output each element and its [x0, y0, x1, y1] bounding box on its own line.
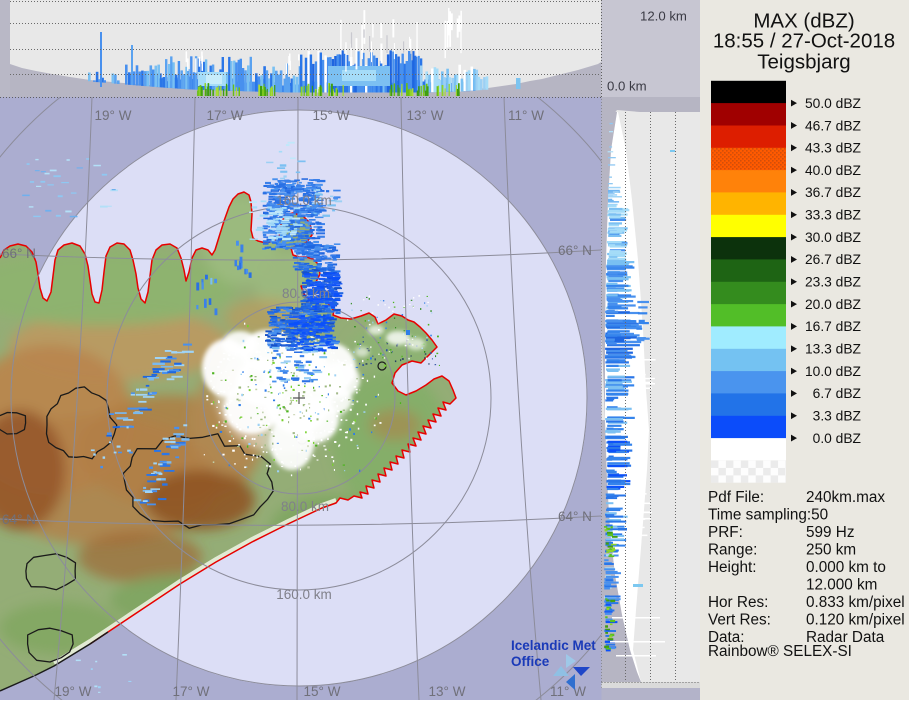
svg-text:33.3 dBZ: 33.3 dBZ [805, 208, 861, 223]
svg-text:17° W: 17° W [207, 108, 244, 123]
svg-text:599 Hz: 599 Hz [806, 524, 854, 541]
svg-text:Time sampling:50: Time sampling:50 [708, 507, 828, 524]
svg-text:PRF:: PRF: [708, 524, 743, 541]
svg-text:0.833 km/pixel: 0.833 km/pixel [806, 594, 905, 611]
svg-text:0.0 dBZ: 0.0 dBZ [813, 431, 861, 446]
svg-text:Rainbow® SELEX-SI: Rainbow® SELEX-SI [708, 643, 852, 660]
svg-text:11° W: 11° W [508, 108, 544, 123]
svg-text:46.7 dBZ: 46.7 dBZ [805, 118, 861, 133]
svg-text:19° W: 19° W [95, 108, 132, 123]
svg-text:16.7 dBZ: 16.7 dBZ [805, 319, 861, 334]
svg-text:13° W: 13° W [407, 108, 444, 123]
svg-text:160.0 km: 160.0 km [276, 587, 332, 602]
svg-text:10.0 dBZ: 10.0 dBZ [805, 364, 861, 379]
svg-text:36.7 dBZ: 36.7 dBZ [805, 185, 861, 200]
svg-text:20.0 dBZ: 20.0 dBZ [805, 297, 861, 312]
svg-text:66° N: 66° N [558, 243, 592, 258]
svg-text:Range:: Range: [708, 542, 757, 559]
svg-text:64° N: 64° N [558, 509, 592, 524]
svg-text:64° N: 64° N [2, 512, 36, 527]
svg-text:Vert Res:: Vert Res: [708, 612, 771, 629]
svg-text:40.0 dBZ: 40.0 dBZ [805, 163, 861, 178]
svg-text:0.000 km to: 0.000 km to [806, 559, 886, 576]
svg-text:Icelandic Met: Icelandic Met [511, 638, 596, 653]
svg-text:0.0 km: 0.0 km [607, 79, 647, 94]
svg-text:Height:: Height: [708, 559, 756, 576]
svg-text:160.0 km: 160.0 km [276, 193, 332, 208]
svg-text:13° W: 13° W [429, 684, 466, 699]
svg-text:80.0 km: 80.0 km [281, 499, 329, 514]
svg-text:80.0 km: 80.0 km [282, 286, 330, 301]
svg-text:15° W: 15° W [304, 684, 341, 699]
svg-text:Teigsbjarg: Teigsbjarg [757, 51, 850, 74]
svg-text:18:55 / 27-Oct-2018: 18:55 / 27-Oct-2018 [713, 30, 895, 53]
svg-text:15° W: 15° W [313, 108, 350, 123]
svg-text:66° N: 66° N [2, 246, 36, 261]
svg-text:6.7 dBZ: 6.7 dBZ [813, 386, 861, 401]
svg-text:12.000 km: 12.000 km [806, 577, 877, 594]
svg-text:11° W: 11° W [550, 684, 586, 699]
svg-text:Pdf File:: Pdf File: [708, 489, 764, 506]
svg-text:12.0 km: 12.0 km [640, 9, 687, 24]
svg-text:50.0 dBZ: 50.0 dBZ [805, 96, 861, 111]
svg-text:Office: Office [511, 654, 550, 669]
svg-text:43.3 dBZ: 43.3 dBZ [805, 141, 861, 156]
svg-text:26.7 dBZ: 26.7 dBZ [805, 252, 861, 267]
svg-text:240km.max: 240km.max [806, 489, 885, 506]
svg-text:17° W: 17° W [173, 684, 210, 699]
svg-text:0.120 km/pixel: 0.120 km/pixel [806, 612, 905, 629]
svg-text:Hor Res:: Hor Res: [708, 594, 768, 611]
svg-text:19° W: 19° W [55, 684, 92, 699]
svg-text:3.3 dBZ: 3.3 dBZ [813, 409, 861, 424]
svg-text:250 km: 250 km [806, 542, 856, 559]
svg-text:23.3 dBZ: 23.3 dBZ [805, 275, 861, 290]
svg-text:30.0 dBZ: 30.0 dBZ [805, 230, 861, 245]
svg-text:13.3 dBZ: 13.3 dBZ [805, 342, 861, 357]
